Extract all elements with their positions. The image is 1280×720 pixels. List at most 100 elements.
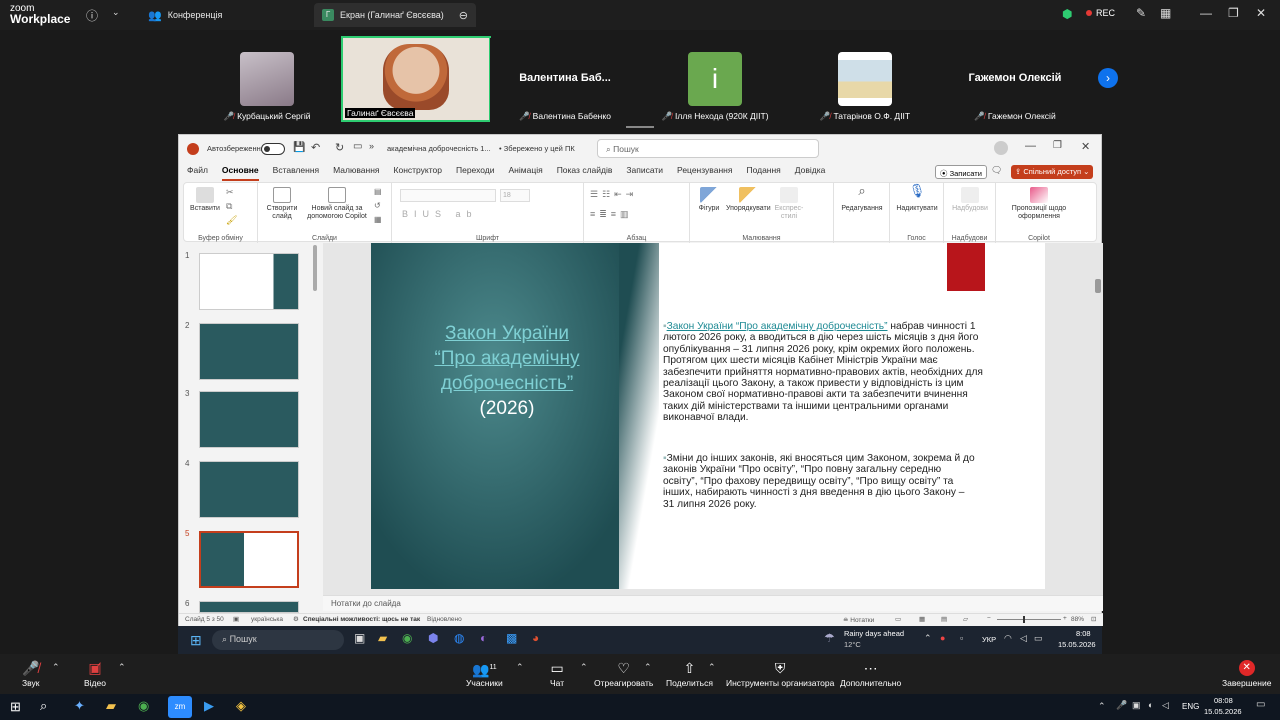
view-icon[interactable]: ▦ (1160, 6, 1171, 20)
app-icon[interactable]: ◈ (236, 698, 246, 714)
zoom-in-icon[interactable]: + (1063, 615, 1067, 622)
new-slide-button[interactable]: Створити слайд (262, 187, 302, 221)
quick-styles-button[interactable]: Експрес-стилі (772, 187, 806, 221)
slideshow-view-icon[interactable]: ▱ (963, 615, 968, 623)
cut-icon[interactable]: ✂ (226, 187, 234, 198)
tray-chevron-icon[interactable]: ⌃ (1098, 701, 1106, 712)
copilot-icon[interactable]: ✦ (74, 698, 85, 714)
react-options-icon[interactable]: ⌃ (644, 662, 652, 673)
tab-screen-share[interactable]: Г Екран (Галинаґ Євсєєва) ⊖ (314, 3, 476, 27)
recording-indicator[interactable]: REC (1086, 8, 1115, 18)
present-icon[interactable]: ▭ (353, 141, 362, 152)
reset-icon[interactable]: ↺ (374, 201, 381, 210)
app-icon[interactable]: ▶ (204, 698, 214, 714)
layout-icon[interactable]: ▤ (374, 187, 382, 196)
wifi-icon[interactable]: ◠ (1004, 633, 1012, 644)
task-view-icon[interactable]: ▣ (354, 631, 365, 645)
align-icons[interactable]: ≡≣≡▥ (590, 209, 633, 220)
accessibility-status[interactable]: Спеціальні можливості: щось не так (303, 616, 420, 623)
inner-clock-date[interactable]: 15.05.2026 (1058, 640, 1096, 649)
share-button[interactable]: ⇪ Спільний доступ ⌄ (1011, 165, 1094, 179)
tab-help[interactable]: Довідка (795, 165, 826, 181)
volume-icon[interactable]: ◁ (1020, 633, 1027, 644)
tray-chevron-icon[interactable]: ⌃ (924, 633, 932, 644)
minimize-icon[interactable]: — (1025, 140, 1036, 152)
annotate-icon[interactable]: ✎ (1136, 6, 1146, 20)
participant-tile[interactable]: Валентина Баб... 🎤̸ Валентина Бабенко (490, 38, 640, 122)
zoom-app-icon[interactable]: ◍ (454, 631, 464, 645)
restore-icon[interactable]: ❐ (1053, 140, 1062, 151)
notes-pane[interactable]: Нотатки до слайда (323, 595, 1103, 611)
viber-icon[interactable]: ◐ (480, 631, 487, 645)
reading-view-icon[interactable]: ▤ (941, 615, 947, 623)
outlook-icon[interactable]: ▩ (506, 631, 517, 645)
slide-thumbnail[interactable] (199, 601, 299, 613)
input-language[interactable]: УКР (982, 635, 996, 644)
close-icon[interactable]: ✕ (1256, 6, 1266, 20)
host-tools-button[interactable]: ⛨ Инструменты организатора (726, 660, 834, 688)
restore-icon[interactable]: ❐ (1228, 6, 1239, 20)
teams-icon[interactable]: ⬢ (428, 631, 438, 645)
tab-record[interactable]: Записати (626, 165, 663, 181)
zoom-taskbar-icon[interactable]: zm (168, 696, 192, 718)
font-name-select[interactable] (400, 189, 496, 202)
participant-tile-active-speaker[interactable]: Галинаґ Євсєєва (341, 36, 491, 122)
end-meeting-button[interactable]: ✕ Завершение (1222, 660, 1271, 688)
addins-button[interactable]: Надбудови (946, 187, 994, 213)
inner-clock-time[interactable]: 8:08 (1076, 629, 1091, 638)
input-language[interactable]: ENG (1182, 702, 1199, 711)
tab-animations[interactable]: Анімація (509, 165, 543, 181)
slide-thumbnail[interactable] (199, 391, 299, 448)
share-options-icon[interactable]: ⌃ (708, 662, 716, 673)
windows-start-icon[interactable]: ⊞ (190, 632, 202, 649)
tab-file[interactable]: Файл (187, 165, 208, 181)
chat-options-icon[interactable]: ⌃ (580, 662, 588, 673)
notifications-icon[interactable]: ▭ (1256, 699, 1265, 710)
editor-scrollbar[interactable] (1095, 279, 1101, 293)
arrange-button[interactable]: Упорядкувати (726, 187, 771, 213)
document-title[interactable]: академічна доброчесність 1... (387, 144, 491, 153)
more-button[interactable]: ⋯ Дополнительно (840, 660, 901, 688)
record-button[interactable]: ⦿ Записати (935, 165, 987, 179)
volume-icon[interactable]: ◁ (1162, 700, 1169, 711)
tab-view[interactable]: Подання (746, 165, 780, 181)
gallery-drag-handle[interactable] (626, 126, 654, 128)
more-icon[interactable]: ⊖ (459, 9, 468, 22)
battery-icon[interactable]: ▭ (1034, 633, 1043, 644)
video-options-icon[interactable]: ⌃ (118, 662, 126, 673)
normal-view-icon[interactable]: ▭ (895, 615, 901, 623)
notes-toggle[interactable]: ≘ Нотатки (843, 616, 874, 624)
file-explorer-icon[interactable]: ▰ (378, 631, 387, 645)
language-status[interactable]: українська (251, 616, 283, 623)
slide-thumbnail[interactable] (199, 253, 299, 310)
slide-thumbnail[interactable] (199, 323, 299, 380)
thumbs-scrollbar[interactable] (313, 245, 317, 291)
paste-button[interactable]: Вставити (190, 187, 220, 213)
section-icon[interactable]: ▦ (374, 215, 382, 224)
design-ideas-button[interactable]: Пропозиції щодо оформлення (1000, 187, 1078, 221)
tab-home[interactable]: Основне (221, 165, 259, 181)
close-icon[interactable]: ✕ (1081, 140, 1090, 153)
fit-slide-icon[interactable]: ⊡ (1091, 615, 1096, 623)
comments-icon[interactable]: 🗨 (991, 165, 1002, 176)
audio-button[interactable]: 🎤̸ Звук (22, 660, 39, 688)
chat-button[interactable]: ▭ Чат (550, 660, 564, 688)
tab-draw[interactable]: Малювання (333, 165, 379, 181)
chrome-icon[interactable]: ◉ (402, 631, 412, 645)
tab-slideshow[interactable]: Показ слайдів (557, 165, 613, 181)
share-screen-button[interactable]: ⇧ Поделиться (666, 660, 713, 688)
chrome-icon[interactable]: ◉ (138, 698, 149, 714)
editing-button[interactable]: ⌕ Редагування (836, 184, 888, 213)
slide-thumbnail[interactable] (199, 461, 299, 518)
tray-app-icon[interactable]: ▫ (960, 633, 963, 643)
tab-design[interactable]: Конструктор (394, 165, 442, 181)
tray-app-icon[interactable]: ● (940, 633, 945, 643)
tab-review[interactable]: Рецензування (677, 165, 732, 181)
shapes-button[interactable]: Фігури (694, 187, 724, 213)
slide-canvas[interactable]: Закон України “Про академічну доброчесні… (371, 243, 1045, 589)
slide-thumbnail-selected[interactable] (199, 531, 299, 588)
list-icons[interactable]: ☰☷⇤⇥ (590, 189, 637, 200)
font-format-icons[interactable]: BIUS ab (402, 209, 478, 219)
user-avatar[interactable] (994, 141, 1008, 155)
law-link[interactable]: Закон України “Про академічну доброчесні… (667, 321, 888, 332)
